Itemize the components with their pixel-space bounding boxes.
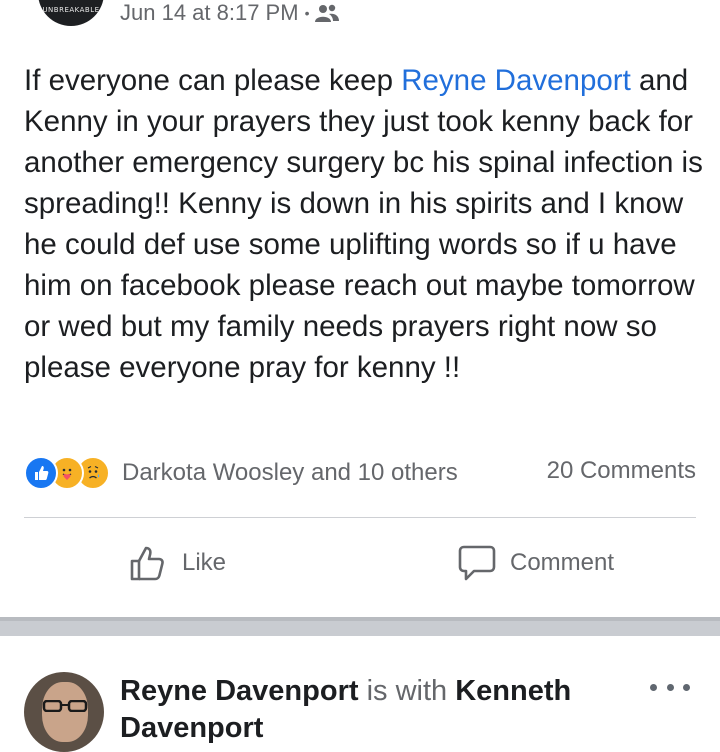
separator-dot: • xyxy=(304,5,310,21)
thumbs-up-icon xyxy=(130,546,164,581)
author-avatar[interactable]: UNBREAKABLE xyxy=(38,0,104,26)
next-post-avatar[interactable] xyxy=(24,672,104,752)
comment-button[interactable]: Comment xyxy=(456,538,614,588)
avatar-face xyxy=(42,682,88,742)
more-dot xyxy=(650,683,657,691)
like-button[interactable]: Like xyxy=(128,538,226,588)
reactors-text[interactable]: Darkota Woosley and 10 others xyxy=(122,459,458,487)
post-text-body: and Kenny in your prayers they just took… xyxy=(24,64,703,384)
post-timestamp[interactable]: Jun 14 at 8:17 PM xyxy=(120,0,299,26)
actions-divider xyxy=(24,517,696,518)
like-reaction-icon xyxy=(24,456,58,490)
tagged-user-link[interactable]: Reyne Davenport xyxy=(401,64,631,97)
with-person-name[interactable]: Kenneth xyxy=(455,675,571,707)
with-person-name-cont[interactable]: Davenport xyxy=(120,712,263,745)
comments-count[interactable]: 20 Comments xyxy=(547,457,696,485)
avatar-logo-text: UNBREAKABLE xyxy=(42,6,100,14)
next-post-author-line: Reyne Davenport is with Kenneth xyxy=(120,672,571,710)
glasses-icon xyxy=(42,700,88,712)
more-dot xyxy=(666,683,674,691)
reactions-summary[interactable]: Darkota Woosley and 10 others xyxy=(24,453,458,493)
next-post-author-name[interactable]: Reyne Davenport xyxy=(120,675,359,707)
with-text: is with xyxy=(366,675,448,707)
post-timestamp-row: Jun 14 at 8:17 PM • xyxy=(120,0,340,26)
comment-button-label: Comment xyxy=(510,549,615,576)
post-text-intro: If everyone can please keep xyxy=(24,64,402,97)
friends-icon xyxy=(315,4,340,22)
more-options-icon[interactable] xyxy=(650,672,690,702)
comment-bubble-icon xyxy=(458,545,496,581)
more-dot xyxy=(683,683,690,691)
feed-separator xyxy=(0,617,720,636)
like-button-label: Like xyxy=(182,549,227,576)
post-text: If everyone can please keep Reyne Davenp… xyxy=(24,60,704,388)
